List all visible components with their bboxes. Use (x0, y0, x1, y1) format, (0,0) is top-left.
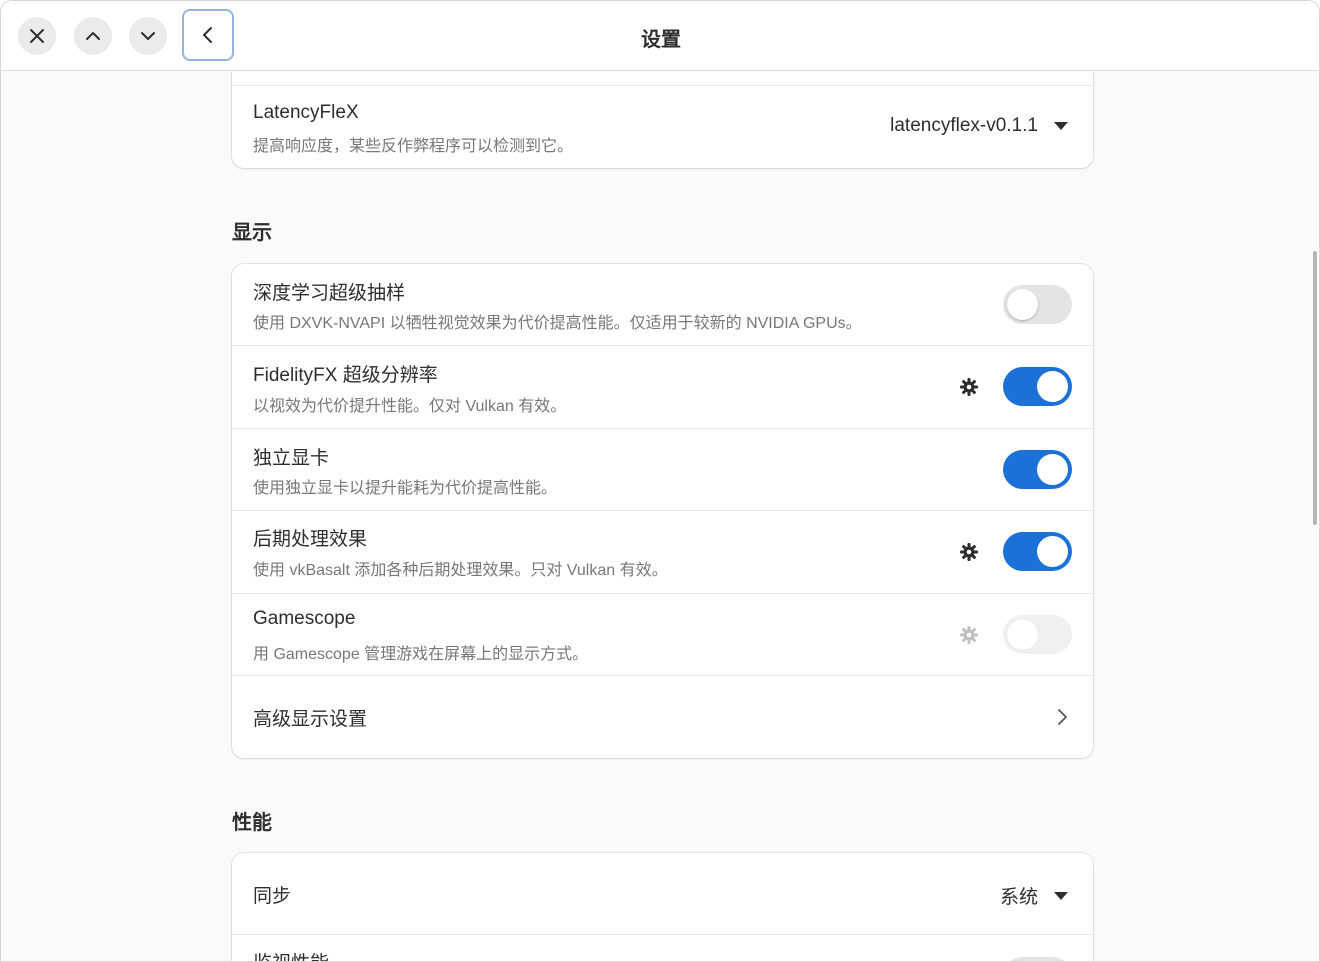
scrollbar[interactable] (1313, 251, 1317, 525)
switch-knob (1007, 619, 1038, 650)
row-subtitle: 用 Gamescope 管理游戏在屏幕上的显示方式。 (253, 646, 589, 663)
row-latencyflex[interactable]: LatencyFleX 提高响应度，某些反作弊程序可以检测到它。 latency… (232, 86, 1093, 168)
window-title: 设置 (641, 29, 681, 51)
row-gamescope[interactable]: Gamescope 用 Gamescope 管理游戏在屏幕上的显示方式。 (232, 594, 1093, 676)
post-processing-switch[interactable] (1003, 532, 1072, 571)
gear-icon[interactable] (959, 377, 979, 397)
row-subtitle: 使用 vkBasalt 添加各种后期处理效果。只对 Vulkan 有效。 (253, 562, 668, 579)
card-performance: 同步 系统 监视性能 (232, 853, 1093, 961)
settings-content: LatencyFleX 提高响应度，某些反作弊程序可以检测到它。 latency… (1, 72, 1319, 961)
settings-window: 设置 LatencyFleX 提高响应度，某些反作弊程序可以检测到它。 late… (0, 0, 1320, 962)
latencyflex-dropdown[interactable]: latencyflex-v0.1.1 (890, 115, 1068, 137)
row-title: FidelityFX 超级分辨率 (253, 365, 438, 386)
row-monitor-performance[interactable]: 监视性能 (232, 935, 1093, 961)
caret-down-icon (1054, 122, 1068, 130)
dlss-switch[interactable] (1003, 285, 1072, 324)
row-title: 同步 (253, 886, 292, 907)
row-fsr[interactable]: FidelityFX 超级分辨率 以视效为代价提升性能。仅对 Vulkan 有效… (232, 346, 1093, 429)
sync-dropdown[interactable]: 系统 (1000, 882, 1068, 909)
dropdown-value: 系统 (999, 887, 1038, 908)
card-latency: LatencyFleX 提高响应度，某些反作弊程序可以检测到它。 latency… (232, 72, 1093, 168)
switch-knob (1037, 454, 1068, 485)
row-title: 高级显示设置 (253, 709, 368, 730)
switch-knob (1037, 536, 1068, 567)
row-title: 深度学习超级抽样 (253, 283, 406, 304)
caret-down-icon (1054, 891, 1068, 900)
section-title-display: 显示 (232, 222, 272, 244)
monitor-performance-switch[interactable] (1003, 957, 1072, 961)
row-subtitle: 提高响应度，某些反作弊程序可以检测到它。 (253, 138, 574, 155)
row-title: LatencyFleX (253, 102, 359, 123)
row-title: Gamescope (253, 608, 356, 629)
gear-icon (960, 626, 978, 644)
row-sync[interactable]: 同步 系统 (232, 853, 1093, 935)
row-subtitle: 以视效为代价提升性能。仅对 Vulkan 有效。 (253, 398, 567, 415)
row-hidden-top (232, 72, 1093, 86)
chevron-right-icon (1058, 709, 1067, 725)
row-title: 监视性能 (253, 948, 329, 961)
header-bar: 设置 (1, 1, 1319, 71)
row-post-processing[interactable]: 后期处理效果 使用 vkBasalt 添加各种后期处理效果。只对 Vulkan … (232, 511, 1093, 594)
row-subtitle: 使用 DXVK-NVAPI 以牺牲视觉效果为代价提高性能。仅适用于较新的 NVI… (253, 315, 862, 332)
switch-knob (1037, 371, 1068, 402)
gear-icon[interactable] (959, 542, 979, 562)
discrete-gpu-switch[interactable] (1003, 450, 1072, 489)
row-title: 独立显卡 (253, 448, 330, 469)
switch-knob (1007, 289, 1038, 320)
card-display: 深度学习超级抽样 使用 DXVK-NVAPI 以牺牲视觉效果为代价提高性能。仅适… (232, 264, 1093, 758)
row-subtitle: 使用独立显卡以提升能耗为代价提高性能。 (253, 480, 558, 497)
row-advanced-display[interactable]: 高级显示设置 (232, 676, 1093, 758)
row-title: 后期处理效果 (253, 529, 368, 550)
row-dlss[interactable]: 深度学习超级抽样 使用 DXVK-NVAPI 以牺牲视觉效果为代价提高性能。仅适… (232, 264, 1093, 346)
dropdown-value: latencyflex-v0.1.1 (890, 115, 1038, 136)
section-title-performance: 性能 (232, 812, 272, 834)
row-discrete-gpu[interactable]: 独立显卡 使用独立显卡以提升能耗为代价提高性能。 (232, 429, 1093, 511)
gamescope-switch[interactable] (1003, 615, 1072, 654)
fsr-switch[interactable] (1003, 367, 1072, 406)
